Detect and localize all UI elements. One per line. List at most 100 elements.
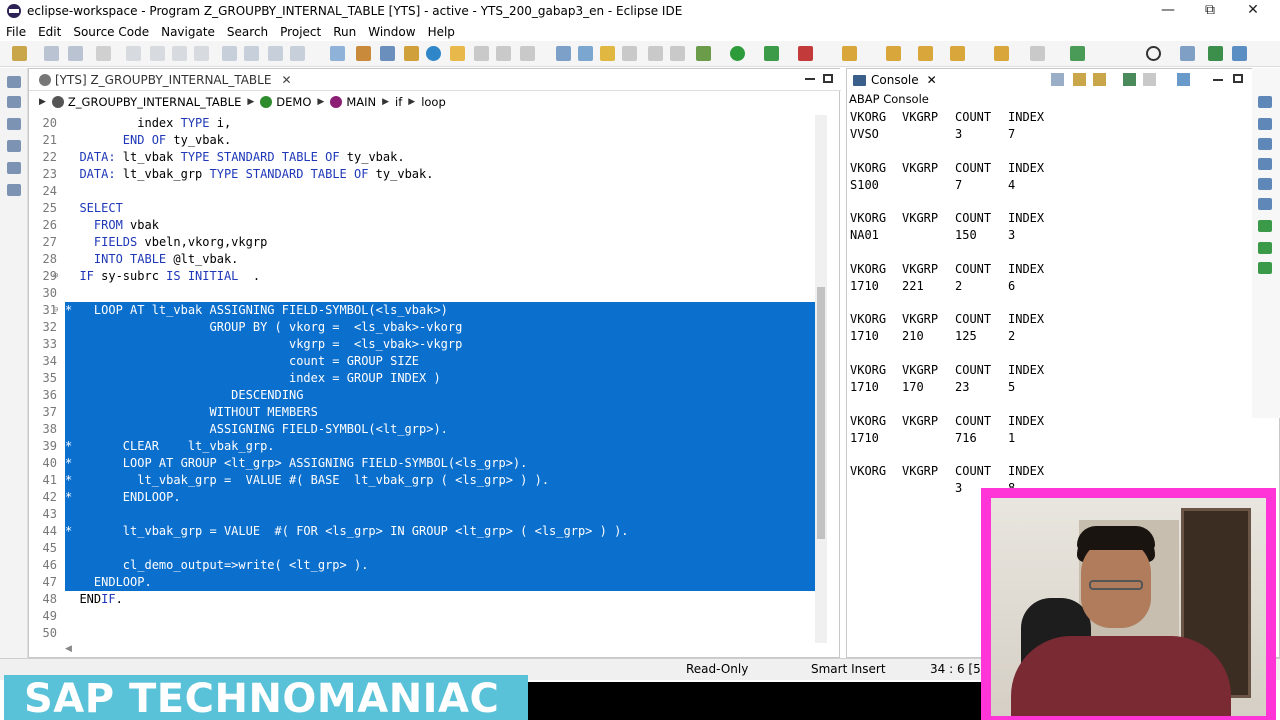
close-icon[interactable]: ✕ [281, 73, 291, 87]
search-icon[interactable] [1146, 46, 1161, 61]
run-icon[interactable] [730, 46, 745, 61]
code-line[interactable]: 20 index TYPE i, [29, 115, 841, 132]
coverage-icon[interactable] [764, 46, 779, 61]
share-icon[interactable] [496, 46, 511, 61]
step-over-icon[interactable] [244, 46, 259, 61]
restore-icon[interactable] [1258, 96, 1272, 108]
suspend-icon[interactable] [172, 46, 187, 61]
outline-view-icon[interactable] [1258, 118, 1272, 130]
scrollbar-thumb[interactable] [817, 287, 825, 539]
perspective-debug-icon[interactable] [1232, 46, 1247, 61]
word-wrap-icon[interactable] [1093, 73, 1106, 86]
code-line[interactable]: 46 cl_demo_output=>write( <lt_grp> ). [29, 557, 841, 574]
restore-icon[interactable] [7, 76, 21, 88]
next-annotation-icon[interactable] [842, 46, 857, 61]
code-line[interactable]: 28 INTO TABLE @lt_vbak. [29, 251, 841, 268]
code-line[interactable]: 45 [29, 540, 841, 557]
code-line[interactable]: 47 ENDLOOP. [29, 574, 841, 591]
menu-help[interactable]: Help [428, 25, 455, 39]
check-icon[interactable] [426, 46, 441, 61]
back-icon[interactable] [950, 46, 965, 61]
menu-search[interactable]: Search [227, 25, 268, 39]
code-line[interactable]: 29 ⊖ IF sy-subrc IS INITIAL . [29, 268, 841, 285]
code-line[interactable]: 34 count = GROUP SIZE [29, 353, 841, 370]
code-line[interactable]: 44 * lt_vbak_grp = VALUE #( FOR <ls_grp> … [29, 523, 841, 540]
code-line[interactable]: 32 GROUP BY ( vkorg = <ls_vbak>-vkorg [29, 319, 841, 336]
breadcrumb-class[interactable]: DEMO [276, 95, 311, 109]
pin-icon[interactable] [578, 46, 593, 61]
pilcrow-icon[interactable] [670, 46, 685, 61]
fold-icon[interactable]: ⊖ [53, 302, 58, 319]
editor-tab[interactable]: [YTS] Z_GROUPBY_INTERNAL_TABLE ✕ [31, 69, 300, 91]
transport-icon[interactable] [1258, 262, 1272, 274]
code-line[interactable]: 40 * LOOP AT GROUP <lt_grp> ASSIGNING FIE… [29, 455, 841, 472]
transport-icon[interactable] [520, 46, 535, 61]
code-line[interactable]: 38 ASSIGNING FIELD-SYMBOL(<lt_grp>). [29, 421, 841, 438]
external-tools-icon[interactable] [798, 46, 813, 61]
vertical-scrollbar[interactable] [815, 115, 827, 643]
console-tab[interactable]: Console ✕ [849, 69, 937, 91]
last-edit-icon[interactable] [918, 46, 933, 61]
code-line[interactable]: 33 vkgrp = <ls_vbak>-vkgrp [29, 336, 841, 353]
code-line[interactable]: 50 [29, 625, 841, 642]
breadcrumb-program[interactable]: Z_GROUPBY_INTERNAL_TABLE [68, 95, 241, 109]
forward-icon[interactable] [1030, 46, 1045, 61]
run-to-line-icon[interactable] [290, 46, 305, 61]
properties-icon[interactable] [96, 46, 111, 61]
perspective-abap-icon[interactable] [1208, 46, 1223, 61]
maximize-icon[interactable] [823, 74, 833, 83]
highlight-icon[interactable] [600, 46, 615, 61]
code-line[interactable]: 21 END OF ty_vbak. [29, 132, 841, 149]
clear-console-icon[interactable] [1051, 73, 1064, 86]
transport-organizer-icon[interactable] [7, 184, 21, 196]
display-console-icon[interactable] [1143, 73, 1156, 86]
code-line[interactable]: 30 [29, 285, 841, 302]
close-button[interactable]: ✕ [1231, 0, 1275, 22]
tasks-icon[interactable] [1258, 220, 1272, 232]
code-line[interactable]: 22 DATA: lt_vbak TYPE STANDARD TABLE OF … [29, 149, 841, 166]
menu-project[interactable]: Project [280, 25, 321, 39]
minimize-icon[interactable] [805, 78, 815, 80]
debug-icon[interactable] [696, 46, 711, 61]
previous-annotation-icon[interactable] [886, 46, 901, 61]
resume-icon[interactable] [150, 46, 165, 61]
menu-file[interactable]: File [6, 25, 26, 39]
code-line[interactable]: 48 ENDIF. [29, 591, 841, 608]
menu-edit[interactable]: Edit [38, 25, 61, 39]
problems-icon[interactable] [1258, 242, 1272, 254]
code-line[interactable]: 42 * ENDLOOP. [29, 489, 841, 506]
code-line[interactable]: 41 * lt_vbak_grp = VALUE #( BASE lt_vbak_… [29, 472, 841, 489]
breadcrumb-if[interactable]: if [395, 95, 402, 109]
code-line[interactable]: 31 ⊖ * LOOP AT lt_vbak ASSIGNING FIELD-SYM… [29, 302, 841, 319]
menu-window[interactable]: Window [368, 25, 415, 39]
format-icon[interactable] [404, 46, 419, 61]
fold-icon[interactable]: ⊖ [53, 268, 58, 285]
breadcrumb-method[interactable]: MAIN [346, 95, 376, 109]
step-into-icon[interactable] [222, 46, 237, 61]
show-whitespace-icon[interactable] [622, 46, 637, 61]
debug-step-icon[interactable] [126, 46, 141, 61]
menu-run[interactable]: Run [333, 25, 356, 39]
open-console-icon[interactable] [1177, 73, 1190, 86]
menu-source-code[interactable]: Source Code [73, 25, 149, 39]
history-icon[interactable] [1258, 178, 1272, 190]
new-icon[interactable] [12, 46, 27, 61]
terminate-icon[interactable] [194, 46, 209, 61]
close-icon[interactable]: ✕ [927, 73, 937, 87]
open-object-icon[interactable] [356, 46, 371, 61]
code-line[interactable]: 39 * CLEAR lt_vbak_grp. [29, 438, 841, 455]
horizontal-scrollbar[interactable]: ◀ [65, 644, 805, 656]
block-select-icon[interactable] [648, 46, 663, 61]
compare-icon[interactable] [556, 46, 571, 61]
project-explorer-icon[interactable] [7, 96, 21, 108]
link-icon[interactable] [330, 46, 345, 61]
code-line[interactable]: 35 index = GROUP INDEX ) [29, 370, 841, 387]
feed-icon[interactable] [1258, 158, 1272, 170]
code-line[interactable]: 43 [29, 506, 841, 523]
menu-navigate[interactable]: Navigate [161, 25, 215, 39]
perspective-java-icon[interactable] [1180, 46, 1195, 61]
save-icon[interactable] [44, 46, 59, 61]
activate-icon[interactable] [380, 46, 395, 61]
bookmark-icon[interactable] [7, 140, 21, 152]
code-area[interactable]: 20 index TYPE i, 21 END OF ty_vbak. 22 DAT… [29, 115, 841, 643]
